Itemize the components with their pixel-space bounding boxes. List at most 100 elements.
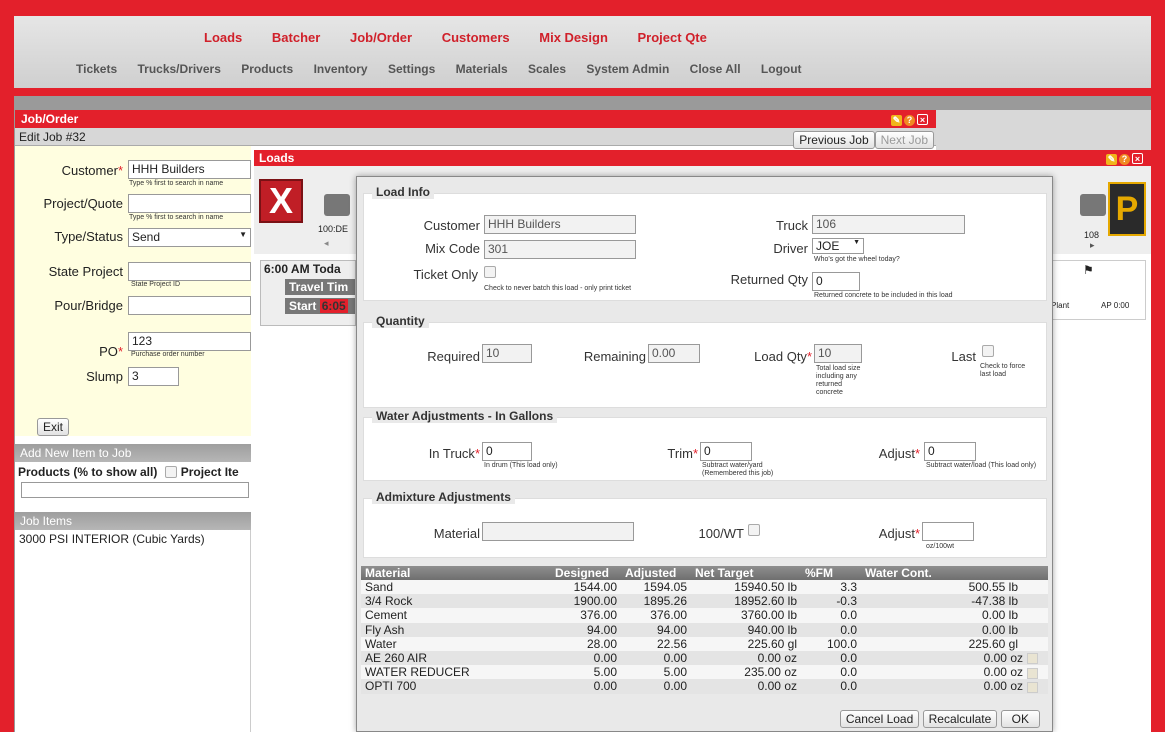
cancel-load-button[interactable]: Cancel Load [839, 710, 920, 728]
type-status-select[interactable]: Send ▼ [128, 228, 251, 247]
cell-designed: 376.00 [551, 608, 621, 623]
nav-tickets[interactable]: Tickets [76, 62, 117, 76]
add-item-header: Add New Item to Job [15, 444, 251, 462]
materials-table: Material Designed Adjusted Net Target %F… [361, 566, 1048, 694]
state-project-label: State Project [48, 264, 123, 279]
ok-button[interactable]: OK [1000, 710, 1040, 728]
pin-icon[interactable]: ✎ [891, 115, 902, 126]
po-hint: Purchase order number [131, 351, 205, 358]
job-nav-buttons: Previous Job Next Job [793, 131, 934, 149]
help-icon[interactable]: ? [1119, 154, 1130, 165]
cell-material: Fly Ash [361, 622, 551, 637]
help-icon[interactable]: ? [904, 115, 915, 126]
table-row: Fly Ash 94.00 94.00 940.00 lb 0.0 0.00 lb [361, 622, 1048, 637]
nav-batcher[interactable]: Batcher [272, 30, 320, 45]
nav-settings[interactable]: Settings [388, 62, 435, 76]
cell-adjusted: 376.00 [621, 608, 691, 623]
nav-customers[interactable]: Customers [442, 30, 510, 45]
previous-job-button[interactable]: Previous Job [793, 131, 875, 149]
job-item[interactable]: 3000 PSI INTERIOR (Cubic Yards) [15, 530, 250, 548]
nav-trucks-drivers[interactable]: Trucks/Drivers [137, 62, 220, 76]
table-row: Water 28.00 22.56 225.60 gl 100.0 225.60 gl [361, 636, 1048, 651]
plant-card[interactable]: ⚑ Plant AP 0:00 [1046, 260, 1146, 320]
in-truck-field[interactable]: 0 [482, 442, 532, 461]
driver-select[interactable]: JOE ▼ [812, 238, 864, 254]
edit-icon[interactable] [1027, 667, 1038, 679]
edit-icon[interactable] [1027, 681, 1038, 693]
required-field: 10 [482, 344, 532, 363]
close-icon[interactable]: × [1132, 153, 1143, 164]
project-label: Project/Quote [43, 196, 124, 211]
cell-designed: 28.00 [551, 636, 621, 651]
nav-logout[interactable]: Logout [761, 62, 802, 76]
loads-titlebar: Loads ✎? × [254, 150, 1151, 166]
po-field[interactable]: 123 [128, 332, 251, 351]
water-adjustments-fieldset: Water Adjustments - In Gallons In Truck*… [363, 409, 1047, 481]
cancel-x-icon[interactable]: X [259, 179, 303, 223]
recalculate-button[interactable]: Recalculate [922, 710, 998, 728]
edit-icon[interactable] [1027, 653, 1038, 665]
primary-nav: Loads Batcher Job/Order Customers Mix De… [204, 30, 733, 45]
loads-window-controls: ✎? × [1104, 151, 1143, 165]
products-search-input[interactable] [21, 482, 249, 498]
cell-water-cont: 225.60 gl [861, 636, 1048, 651]
slump-field[interactable]: 3 [128, 367, 179, 386]
state-project-hint: State Project ID [131, 281, 181, 288]
products-label: Products (% to show all) Project Ite [18, 465, 239, 479]
nav-products[interactable]: Products [241, 62, 293, 76]
exit-button[interactable]: Exit [37, 418, 70, 436]
state-project-field[interactable] [128, 262, 251, 281]
nav-close-all[interactable]: Close All [690, 62, 741, 76]
returned-qty-hint: Returned concrete to be included in this… [814, 292, 953, 299]
table-row: OPTI 700 0.00 0.00 0.00 oz 0.0 0.00 oz [361, 679, 1048, 694]
pin-icon[interactable]: ✎ [1106, 154, 1117, 165]
wt-checkbox[interactable] [748, 524, 760, 536]
nav-job-order[interactable]: Job/Order [350, 30, 412, 45]
admix-adjust-hint: oz/100wt [926, 543, 955, 550]
nav-project-qte[interactable]: Project Qte [638, 30, 707, 45]
customer-hint: Type % first to search in name [129, 180, 224, 187]
plant-label: Plant [1051, 301, 1070, 310]
scroll-right-icon[interactable]: ▸ [1090, 240, 1095, 251]
schedule-card[interactable]: 6:00 AM Toda Travel Tim Start 6:05 [260, 260, 356, 326]
cell-net-target: 940.00 lb [691, 622, 801, 637]
scroll-left-icon[interactable]: ◂ [324, 238, 329, 249]
driver-hint: Who's got the wheel today? [814, 256, 900, 263]
load-qty-field[interactable]: 10 [814, 344, 862, 363]
truck-right-label: 108 [1084, 230, 1100, 240]
truck-icon[interactable] [324, 194, 350, 216]
customer-field[interactable]: HHH Builders [128, 160, 251, 179]
truck-icon[interactable] [1080, 194, 1106, 216]
cell-adjusted: 5.00 [621, 665, 691, 680]
adjust-water-label: Adjust* [878, 446, 920, 461]
nav-mix-design[interactable]: Mix Design [539, 30, 608, 45]
parking-icon[interactable]: P [1108, 182, 1146, 236]
ticket-only-checkbox[interactable] [484, 266, 496, 278]
close-icon[interactable]: × [917, 114, 928, 125]
flag-icon: ⚑ [1083, 263, 1094, 277]
nav-inventory[interactable]: Inventory [314, 62, 368, 76]
adjust-water-field[interactable]: 0 [924, 442, 976, 461]
material-field[interactable] [482, 522, 634, 541]
truck-field: 106 [812, 215, 965, 234]
nav-materials[interactable]: Materials [456, 62, 508, 76]
nav-system-admin[interactable]: System Admin [586, 62, 669, 76]
returned-qty-field[interactable]: 0 [812, 272, 860, 291]
trim-field[interactable]: 0 [700, 442, 752, 461]
next-job-button[interactable]: Next Job [874, 131, 934, 149]
cell-material: OPTI 700 [361, 679, 551, 694]
nav-scales[interactable]: Scales [528, 62, 566, 76]
admix-adjust-field[interactable] [922, 522, 974, 541]
nav-loads[interactable]: Loads [204, 30, 242, 45]
project-field[interactable] [128, 194, 251, 213]
job-items-header: Job Items [15, 512, 251, 530]
trim-label: Trim* [667, 446, 698, 461]
cell-net-target: 3760.00 lb [691, 608, 801, 623]
water-legend: Water Adjustments - In Gallons [372, 409, 558, 423]
cell-designed: 0.00 [551, 650, 621, 666]
type-status-label: Type/Status [54, 229, 123, 244]
project-items-checkbox[interactable] [164, 466, 177, 478]
last-load-checkbox[interactable] [982, 345, 994, 357]
customer-label: Customer* [61, 163, 123, 178]
pour-bridge-field[interactable] [128, 296, 251, 315]
